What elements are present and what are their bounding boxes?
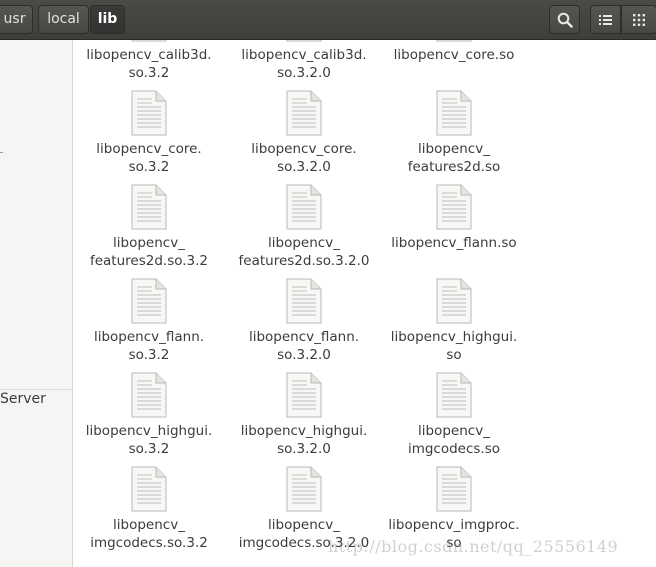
file-name-line1: libopencv_core. xyxy=(96,141,202,157)
file-name-line1: libopencv_calib3d. xyxy=(241,47,367,63)
file-name-line1: libopencv_flann. xyxy=(248,329,360,345)
document-file-icon xyxy=(131,466,167,512)
document-file-icon xyxy=(131,372,167,418)
file-item[interactable]: libopencv_highgui. so.3.2 xyxy=(74,362,224,457)
file-name-line1: libopencv_highgui. xyxy=(85,423,213,439)
document-file-icon xyxy=(286,278,322,324)
file-item[interactable]: libopencv_ imgcodecs.so.3.2.0 xyxy=(229,456,379,551)
file-item[interactable]: libopencv_ features2d.so.3.2 xyxy=(74,174,224,269)
file-item[interactable]: libopencv_ imgcodecs.so xyxy=(379,362,529,457)
breadcrumb-local[interactable]: local xyxy=(38,5,89,34)
file-item[interactable]: libopencv_calib3d. so.3.2.0 xyxy=(229,40,379,81)
file-item[interactable]: libopencv_ features2d.so xyxy=(379,80,529,175)
sidebar-item-server[interactable]: Server xyxy=(0,391,46,407)
document-file-icon xyxy=(436,90,472,136)
file-name-line1: libopencv_core.so xyxy=(393,47,515,63)
list-view-icon xyxy=(598,14,612,25)
document-file-icon xyxy=(286,466,322,512)
file-name-line1: libopencv_calib3d. xyxy=(86,47,212,63)
document-file-icon xyxy=(131,40,167,42)
document-file-icon xyxy=(286,372,322,418)
watermark-text: http://blog.csdn.net/qq_25556149 xyxy=(328,537,619,556)
document-file-icon xyxy=(286,90,322,136)
document-file-icon xyxy=(436,40,472,42)
file-item[interactable]: libopencv_highgui. so xyxy=(379,268,529,363)
search-icon xyxy=(557,12,573,28)
document-file-icon xyxy=(436,466,472,512)
list-view-button[interactable] xyxy=(590,5,621,34)
grid-view-icon xyxy=(633,13,645,26)
file-item[interactable]: libopencv_core. so.3.2 xyxy=(74,80,224,175)
file-item[interactable]: libopencv_core.so xyxy=(379,40,529,78)
file-name-line1: libopencv_imgproc. xyxy=(388,517,520,533)
file-name-line1: libopencv_core. xyxy=(251,141,357,157)
file-name-line1: libopencv_highgui. xyxy=(390,329,518,345)
file-grid: libopencv_calib3d. so.3.2 libopencv_calib… xyxy=(74,40,656,567)
file-name-line1: libopencv_ xyxy=(113,517,185,533)
file-name-line1: libopencv_ xyxy=(418,423,490,439)
file-name-line1: libopencv_flann. xyxy=(93,329,205,345)
breadcrumb-lib[interactable]: lib xyxy=(90,5,125,34)
sidebar: Server xyxy=(0,40,73,567)
file-name-line1: libopencv_highgui. xyxy=(240,423,368,439)
header-bar: usr local lib xyxy=(0,0,656,40)
document-file-icon xyxy=(436,184,472,230)
file-name-line2: imgcodecs.so.3.2 xyxy=(90,535,208,551)
document-file-icon xyxy=(436,278,472,324)
document-file-icon xyxy=(131,90,167,136)
file-name-line1: libopencv_flann.so xyxy=(391,235,517,251)
file-name-line1: libopencv_ xyxy=(418,141,490,157)
file-name-line1: libopencv_ xyxy=(268,517,340,533)
search-button[interactable] xyxy=(549,5,580,34)
sidebar-divider xyxy=(0,389,72,390)
file-item[interactable]: libopencv_flann. so.3.2 xyxy=(74,268,224,363)
sidebar-edge-mark xyxy=(0,152,3,153)
file-name-line1: libopencv_ xyxy=(113,235,185,251)
document-file-icon xyxy=(131,278,167,324)
file-item[interactable]: libopencv_highgui. so.3.2.0 xyxy=(229,362,379,457)
file-item[interactable]: libopencv_flann.so xyxy=(379,174,529,266)
document-file-icon xyxy=(286,40,322,42)
document-file-icon xyxy=(436,372,472,418)
grid-view-button[interactable] xyxy=(621,5,656,34)
file-item[interactable]: libopencv_ imgcodecs.so.3.2 xyxy=(74,456,224,551)
document-file-icon xyxy=(286,184,322,230)
file-item[interactable]: libopencv_flann. so.3.2.0 xyxy=(229,268,379,363)
file-item[interactable]: libopencv_ features2d.so.3.2.0 xyxy=(229,174,379,269)
document-file-icon xyxy=(131,184,167,230)
breadcrumb-usr[interactable]: usr xyxy=(0,5,33,34)
file-item[interactable]: libopencv_calib3d. so.3.2 xyxy=(74,40,224,81)
file-item[interactable]: libopencv_imgproc. so xyxy=(379,456,529,551)
file-name-line1: libopencv_ xyxy=(268,235,340,251)
file-item[interactable]: libopencv_core. so.3.2.0 xyxy=(229,80,379,175)
